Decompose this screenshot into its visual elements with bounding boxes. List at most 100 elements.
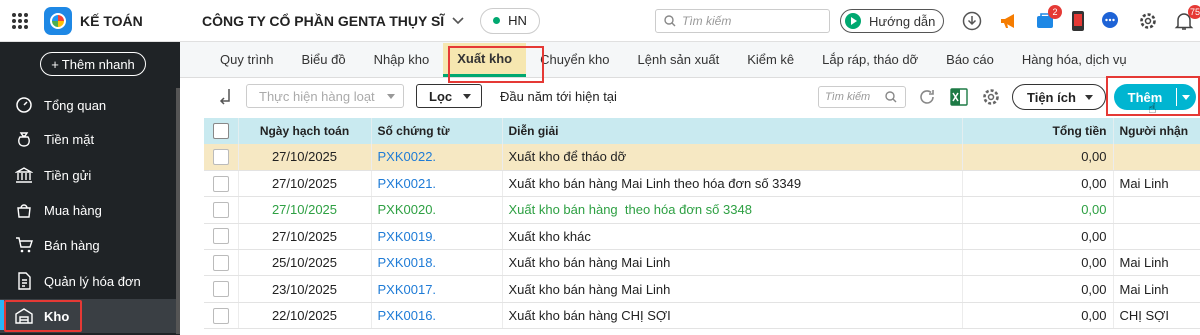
cell-total: 0,00 xyxy=(962,144,1114,171)
sidebar-item-dashboard[interactable]: Tổng quan xyxy=(0,88,180,122)
cell-receiver: CHỊ SỢI xyxy=(1113,302,1200,330)
row-checkbox[interactable] xyxy=(204,302,239,330)
bulk-action-dropdown[interactable]: Thực hiện hàng loạt xyxy=(246,84,404,108)
global-search-placeholder: Tìm kiếm xyxy=(682,14,732,28)
global-search-input[interactable]: Tìm kiếm xyxy=(655,9,830,33)
guide-button[interactable]: Hướng dẫn xyxy=(840,9,944,33)
cell-date: 27/10/2025 xyxy=(238,196,372,224)
sidebar-scrollbar[interactable] xyxy=(176,88,180,334)
cell-description: Xuất kho bán hàng theo hóa đơn số 3348 xyxy=(502,196,963,224)
tab-process[interactable]: Quy trình xyxy=(206,41,287,77)
tab-production-order[interactable]: Lệnh sản xuất xyxy=(624,41,734,77)
sidebar-item-purchasing[interactable]: Mua hàng xyxy=(0,193,180,227)
tab-products-services[interactable]: Hàng hóa, dịch vụ xyxy=(1008,41,1141,77)
col-total[interactable]: Tổng tiền xyxy=(962,118,1114,144)
cell-doc-link[interactable]: PXK0022. xyxy=(371,144,503,171)
megaphone-icon[interactable] xyxy=(998,9,1022,33)
money-bag-icon xyxy=(14,129,34,149)
sidebar-item-sales[interactable]: Bán hàng xyxy=(0,228,180,262)
filter-label: Lọc xyxy=(429,88,453,104)
chat-icon[interactable] xyxy=(1098,9,1122,33)
excel-export-icon[interactable] xyxy=(948,86,970,108)
settings-gear-icon[interactable] xyxy=(980,86,1002,108)
cell-doc-link[interactable]: PXK0016. xyxy=(371,302,503,330)
app-name: KẾ TOÁN xyxy=(80,12,143,29)
settings-gear-icon[interactable] xyxy=(1136,9,1160,33)
dashboard-icon xyxy=(14,95,34,115)
cell-date: 22/10/2025 xyxy=(238,302,372,330)
sidebar-item-invoices[interactable]: Quản lý hóa đơn xyxy=(0,264,180,298)
period-label: Đầu năm tới hiện tại xyxy=(500,89,617,104)
download-icon[interactable] xyxy=(960,9,984,33)
cell-description: Xuất kho bán hàng CHỊ SỢI xyxy=(502,302,963,330)
tab-inventory-check[interactable]: Kiểm kê xyxy=(733,41,808,77)
branch-selector[interactable]: HN xyxy=(480,7,540,34)
cell-doc-link[interactable]: PXK0020. xyxy=(371,196,503,224)
col-receiver[interactable]: Người nhận xyxy=(1113,118,1200,144)
quick-add-button[interactable]: + Thêm nhanh xyxy=(40,52,146,76)
row-checkbox[interactable] xyxy=(204,275,239,303)
sidebar-item-cash[interactable]: Tiền mặt xyxy=(0,122,180,156)
select-all-checkbox[interactable] xyxy=(204,118,239,144)
sidebar-item-label: Mua hàng xyxy=(44,202,102,218)
table-row[interactable]: 27/10/2025 PXK0019. Xuất kho khác 0,00 xyxy=(204,223,1200,251)
status-dot-icon xyxy=(493,17,501,24)
row-checkbox[interactable] xyxy=(204,144,239,171)
cell-date: 23/10/2025 xyxy=(238,275,372,303)
sidebar-item-deposits[interactable]: Tiền gửi xyxy=(0,158,180,192)
cell-receiver: Mai Linh xyxy=(1113,170,1200,198)
row-checkbox[interactable] xyxy=(204,223,239,251)
branch-label: HN xyxy=(508,13,527,28)
table-header: Ngày hạch toán Số chứng từ Diễn giải Tổn… xyxy=(204,118,1200,144)
table-row[interactable]: 27/10/2025 PXK0021. Xuất kho bán hàng Ma… xyxy=(204,170,1200,198)
tab-goods-receipt[interactable]: Nhập kho xyxy=(360,41,444,77)
row-checkbox[interactable] xyxy=(204,196,239,224)
tab-reports[interactable]: Báo cáo xyxy=(932,41,1008,77)
cell-description: Xuất kho khác xyxy=(502,223,963,251)
mobile-app-icon[interactable] xyxy=(1066,9,1090,33)
tab-charts[interactable]: Biểu đồ xyxy=(287,41,359,77)
invoice-icon xyxy=(14,271,34,291)
cell-description: Xuất kho bán hàng Mai Linh xyxy=(502,275,963,303)
table-row[interactable]: 22/10/2025 PXK0016. Xuất kho bán hàng CH… xyxy=(204,302,1200,330)
list-search-input[interactable]: Tìm kiếm xyxy=(818,86,906,108)
chevron-down-icon[interactable] xyxy=(452,14,464,28)
utility-dropdown[interactable]: Tiện ích xyxy=(1012,84,1106,110)
cell-total: 0,00 xyxy=(962,196,1114,224)
table-row[interactable]: 25/10/2025 PXK0018. Xuất kho bán hàng Ma… xyxy=(204,249,1200,277)
company-name[interactable]: CÔNG TY CỔ PHẦN GENTA THỤY SĨ xyxy=(202,13,444,29)
bell-icon[interactable]: 75 xyxy=(1172,5,1200,33)
cell-doc-link[interactable]: PXK0018. xyxy=(371,249,503,277)
row-checkbox[interactable] xyxy=(204,249,239,277)
cell-total: 0,00 xyxy=(962,170,1114,198)
cell-description: Xuất kho để tháo dỡ xyxy=(502,144,963,171)
cart-top-icon[interactable]: 2 xyxy=(1034,5,1062,33)
hand-cursor-icon: ☝ xyxy=(1148,100,1157,116)
table-row[interactable]: 27/10/2025 PXK0020. Xuất kho bán hàng th… xyxy=(204,196,1200,224)
cell-date: 27/10/2025 xyxy=(238,144,372,171)
cell-doc-link[interactable]: PXK0021. xyxy=(371,170,503,198)
search-icon xyxy=(664,15,676,27)
app-menu-grid-icon[interactable] xyxy=(0,0,40,42)
sidebar-item-label: Tiền mặt xyxy=(44,131,95,147)
filter-dropdown[interactable]: Lọc xyxy=(416,84,482,108)
col-description[interactable]: Diễn giải xyxy=(502,118,963,144)
col-doc-number[interactable]: Số chứng từ xyxy=(371,118,503,144)
row-checkbox[interactable] xyxy=(204,170,239,198)
tab-assembly[interactable]: Lắp ráp, tháo dỡ xyxy=(808,41,932,77)
caret-down-icon xyxy=(1085,95,1093,100)
col-posting-date[interactable]: Ngày hạch toán xyxy=(238,118,372,144)
refresh-icon[interactable] xyxy=(916,86,938,108)
cell-receiver xyxy=(1113,144,1200,171)
list-search-placeholder: Tìm kiếm xyxy=(825,91,871,103)
sidebar-item-label: Tiền gửi xyxy=(44,167,92,183)
collapse-arrow-icon[interactable] xyxy=(218,87,234,110)
quick-add-label: Thêm nhanh xyxy=(61,56,135,72)
cell-doc-link[interactable]: PXK0017. xyxy=(371,275,503,303)
search-icon xyxy=(885,91,897,103)
table-row[interactable]: 23/10/2025 PXK0017. Xuất kho bán hàng Ma… xyxy=(204,275,1200,303)
table-row[interactable]: 27/10/2025 PXK0022. Xuất kho để tháo dỡ … xyxy=(204,144,1200,171)
cell-receiver: Mai Linh xyxy=(1113,275,1200,303)
cell-doc-link[interactable]: PXK0019. xyxy=(371,223,503,251)
cart-badge: 2 xyxy=(1048,5,1062,19)
